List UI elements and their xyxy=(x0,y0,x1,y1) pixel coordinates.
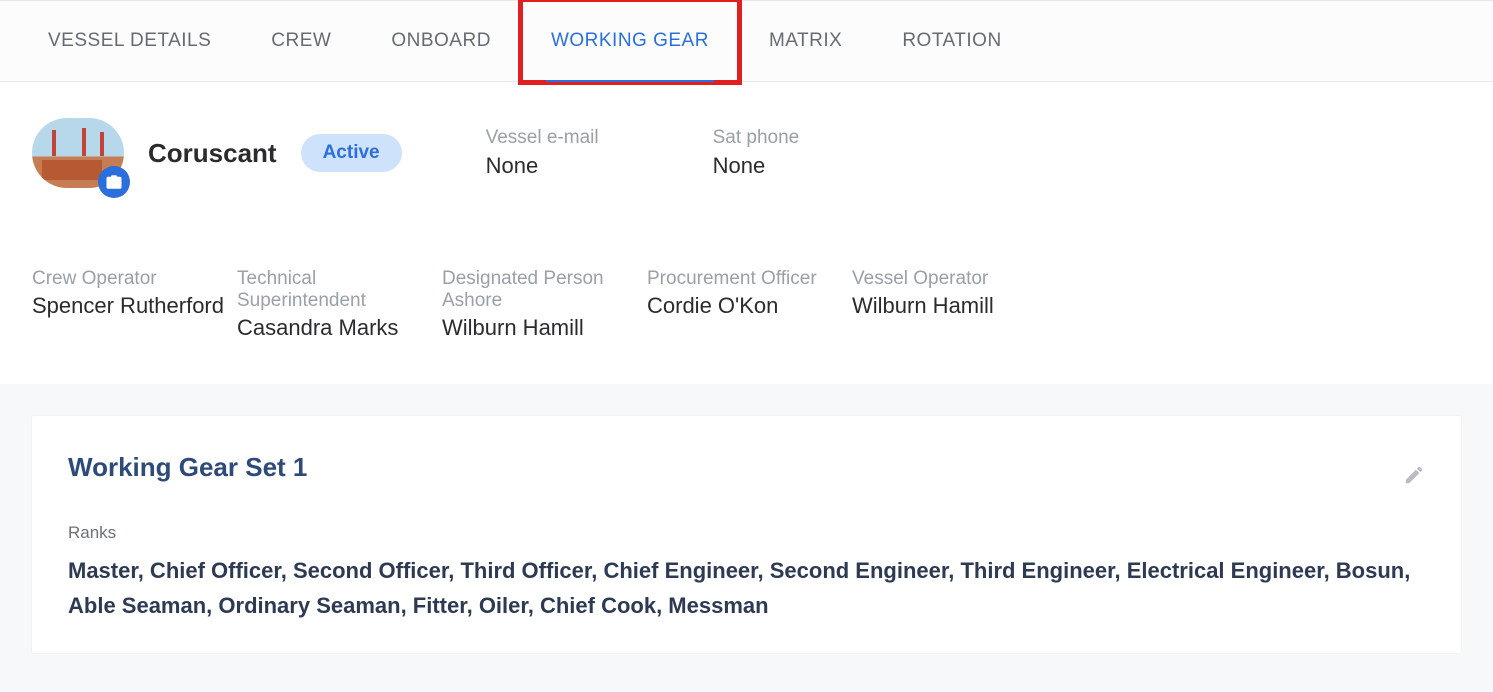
role-label: Designated Person Ashore xyxy=(442,268,637,312)
sat-phone-block: Sat phone None xyxy=(713,127,800,179)
tab-matrix[interactable]: MATRIX xyxy=(739,0,872,82)
tabs-bar: VESSEL DETAILS CREW ONBOARD WORKING GEAR… xyxy=(0,0,1493,82)
ranks-label: Ranks xyxy=(68,523,1425,543)
tab-onboard[interactable]: ONBOARD xyxy=(361,0,521,82)
role-dpa: Designated Person Ashore Wilburn Hamill xyxy=(442,268,647,344)
vessel-email-block: Vessel e-mail None xyxy=(486,127,599,179)
role-label: Technical Superintendent xyxy=(237,268,432,312)
vessel-header: Coruscant Active Vessel e-mail None Sat … xyxy=(0,82,1493,384)
vessel-summary-row: Coruscant Active Vessel e-mail None Sat … xyxy=(32,118,1461,188)
role-label: Procurement Officer xyxy=(647,268,842,290)
vessel-email-value: None xyxy=(486,153,599,179)
edit-icon[interactable] xyxy=(1403,464,1425,491)
role-vessel-operator: Vessel Operator Wilburn Hamill xyxy=(852,268,1112,344)
tab-crew[interactable]: CREW xyxy=(241,0,361,82)
roles-row: Crew Operator Spencer Rutherford Technic… xyxy=(32,268,1461,344)
role-value: Wilburn Hamill xyxy=(852,290,1102,322)
role-label: Crew Operator xyxy=(32,268,227,290)
ranks-list: Master, Chief Officer, Second Officer, T… xyxy=(68,553,1425,623)
content-area: Working Gear Set 1 Ranks Master, Chief O… xyxy=(0,384,1493,685)
sat-phone-label: Sat phone xyxy=(713,127,800,149)
vessel-name: Coruscant xyxy=(148,138,277,169)
tab-rotation[interactable]: ROTATION xyxy=(872,0,1031,82)
role-label: Vessel Operator xyxy=(852,268,1102,290)
vessel-email-label: Vessel e-mail xyxy=(486,127,599,149)
vessel-avatar-wrap xyxy=(32,118,124,188)
role-value: Cordie O'Kon xyxy=(647,290,842,322)
role-procurement-officer: Procurement Officer Cordie O'Kon xyxy=(647,268,852,344)
role-value: Wilburn Hamill xyxy=(442,312,637,344)
gear-set-title: Working Gear Set 1 xyxy=(68,452,1425,483)
tab-vessel-details[interactable]: VESSEL DETAILS xyxy=(18,0,241,82)
role-value: Spencer Rutherford xyxy=(32,290,227,322)
status-badge: Active xyxy=(301,134,402,172)
sat-phone-value: None xyxy=(713,153,800,179)
role-technical-superintendent: Technical Superintendent Casandra Marks xyxy=(237,268,442,344)
camera-icon[interactable] xyxy=(98,166,130,198)
tab-working-gear[interactable]: WORKING GEAR xyxy=(521,0,739,82)
role-crew-operator: Crew Operator Spencer Rutherford xyxy=(32,268,237,344)
role-value: Casandra Marks xyxy=(237,312,432,344)
working-gear-set-card: Working Gear Set 1 Ranks Master, Chief O… xyxy=(32,416,1461,653)
